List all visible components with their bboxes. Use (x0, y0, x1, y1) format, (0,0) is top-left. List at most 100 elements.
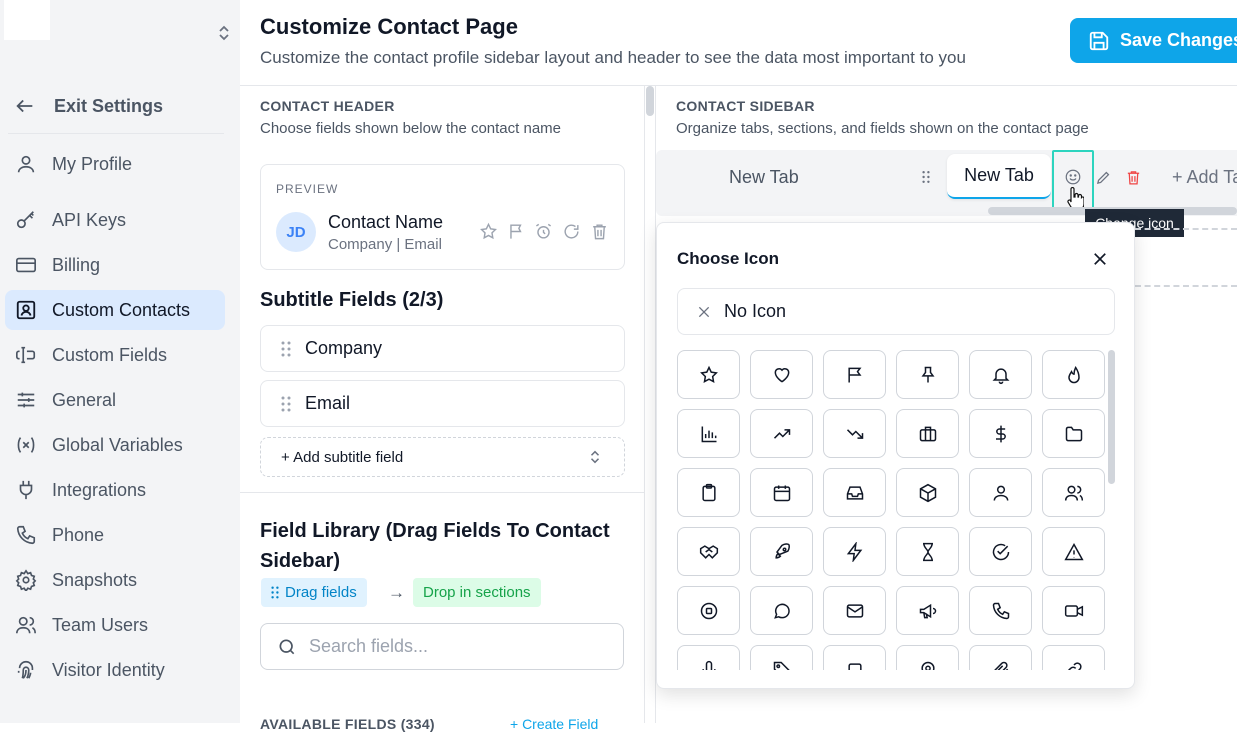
icon-option[interactable] (1042, 409, 1105, 458)
icon-option[interactable] (677, 527, 740, 576)
icon-option[interactable] (823, 409, 886, 458)
bell-icon (991, 365, 1011, 385)
exit-settings-link[interactable]: Exit Settings (14, 93, 163, 119)
preview-label: PREVIEW (276, 182, 339, 196)
settings-sidebar: Exit Settings My Profile API Keys Billin… (0, 0, 240, 723)
save-changes-button[interactable]: Save Changes (1070, 18, 1237, 63)
preview-contact-name: Contact Name (328, 212, 444, 232)
add-tab-button[interactable]: + Add Tab (1172, 167, 1237, 188)
tag-icon (772, 660, 792, 670)
icon-option[interactable] (969, 586, 1032, 635)
icon-option[interactable] (969, 409, 1032, 458)
icon-option[interactable] (677, 586, 740, 635)
icon-option[interactable] (1042, 645, 1105, 670)
flag-icon (507, 222, 526, 241)
star-icon (479, 222, 498, 241)
icon-option[interactable] (750, 350, 813, 399)
drag-handle-icon[interactable] (922, 170, 930, 184)
dashed-divider (1135, 228, 1237, 230)
tab-new-tab-2[interactable]: New Tab (947, 154, 1051, 199)
icon-option[interactable] (823, 527, 886, 576)
no-icon-option[interactable]: No Icon (677, 288, 1115, 335)
drag-fields-tag: Drag fields (261, 578, 367, 607)
icon-option[interactable] (750, 468, 813, 517)
trending-up-icon (772, 424, 792, 444)
icon-option[interactable] (1042, 350, 1105, 399)
column-divider (644, 86, 645, 723)
trash-icon[interactable] (1125, 169, 1142, 186)
sidebar-item-api-keys[interactable]: API Keys (5, 200, 225, 240)
drag-handle-icon[interactable] (281, 396, 291, 412)
icon-option[interactable] (823, 645, 886, 670)
icon-option[interactable] (896, 527, 959, 576)
sidebar-item-phone[interactable]: Phone (5, 515, 225, 555)
chevron-updown-icon[interactable] (216, 24, 232, 42)
pencil-icon[interactable] (1095, 169, 1112, 186)
pin-icon (918, 365, 938, 385)
subtitle-field-company[interactable]: Company (260, 325, 625, 372)
icon-option[interactable] (969, 527, 1032, 576)
sidebar-item-label: Integrations (52, 479, 147, 500)
sidebar-item-label: Team Users (52, 614, 149, 635)
icon-option[interactable] (823, 350, 886, 399)
search-fields-input[interactable]: Search fields... (260, 623, 624, 670)
left-column-scrollbar[interactable] (646, 86, 654, 116)
icon-option[interactable] (823, 586, 886, 635)
icon-option[interactable] (750, 527, 813, 576)
subtitle-field-email[interactable]: Email (260, 380, 625, 427)
drag-fields-label: Drag fields (285, 584, 357, 601)
icon-option[interactable] (750, 409, 813, 458)
hourglass-icon (918, 542, 938, 562)
star-icon (699, 365, 719, 385)
icon-option[interactable] (677, 468, 740, 517)
sliders-icon (14, 388, 38, 412)
drag-handle-icon[interactable] (281, 341, 291, 357)
tab-new-tab-1[interactable]: New Tab (729, 167, 799, 188)
icon-option[interactable] (677, 350, 740, 399)
sidebar-item-custom-fields[interactable]: Custom Fields (5, 335, 225, 375)
sidebar-item-custom-contacts[interactable]: Custom Contacts (5, 290, 225, 330)
sidebar-item-label: Global Variables (52, 434, 183, 455)
sidebar-item-team-users[interactable]: Team Users (5, 605, 225, 645)
calendar-icon (772, 483, 792, 503)
alert-triangle-icon (1063, 542, 1084, 562)
icon-option[interactable] (896, 350, 959, 399)
icon-option[interactable] (677, 409, 740, 458)
subtitle-field-label: Company (305, 338, 383, 358)
contact-sidebar-description: Organize tabs, sections, and fields show… (676, 120, 1089, 137)
sidebar-item-integrations[interactable]: Integrations (5, 470, 225, 510)
icon-option[interactable] (1042, 527, 1105, 576)
sidebar-item-my-profile[interactable]: My Profile (5, 144, 225, 184)
icon-option[interactable] (677, 645, 740, 670)
contact-header-heading: CONTACT HEADER (260, 98, 395, 114)
icon-option[interactable] (896, 468, 959, 517)
sidebar-item-label: Snapshots (52, 569, 138, 590)
icon-grid-scrollbar[interactable] (1108, 350, 1115, 484)
sidebar-item-snapshots[interactable]: Snapshots (5, 560, 225, 600)
sidebar-item-billing[interactable]: Billing (5, 245, 225, 285)
paperclip-icon (991, 660, 1011, 670)
add-subtitle-field-select[interactable]: + Add subtitle field (260, 437, 625, 477)
icon-option[interactable] (823, 468, 886, 517)
smile-icon[interactable] (1064, 168, 1082, 186)
folder-icon (1064, 424, 1084, 444)
icon-option[interactable] (1042, 468, 1105, 517)
icon-option[interactable] (1042, 586, 1105, 635)
sidebar-item-label: Custom Fields (52, 344, 168, 365)
icon-option[interactable] (896, 586, 959, 635)
icon-option[interactable] (896, 645, 959, 670)
key-icon (14, 208, 38, 232)
close-icon[interactable] (1091, 250, 1109, 268)
icon-option[interactable] (896, 409, 959, 458)
sidebar-item-general[interactable]: General (5, 380, 225, 420)
create-field-link[interactable]: + Create Field (510, 716, 598, 732)
sidebar-item-visitor-identity[interactable]: Visitor Identity (5, 650, 225, 690)
icon-option[interactable] (750, 645, 813, 670)
available-fields-heading: AVAILABLE FIELDS (334) (260, 716, 435, 732)
refresh-icon (562, 222, 581, 241)
icon-option[interactable] (969, 468, 1032, 517)
icon-option[interactable] (969, 350, 1032, 399)
icon-option[interactable] (750, 586, 813, 635)
sidebar-item-global-variables[interactable]: Global Variables (5, 425, 225, 465)
icon-option[interactable] (969, 645, 1032, 670)
